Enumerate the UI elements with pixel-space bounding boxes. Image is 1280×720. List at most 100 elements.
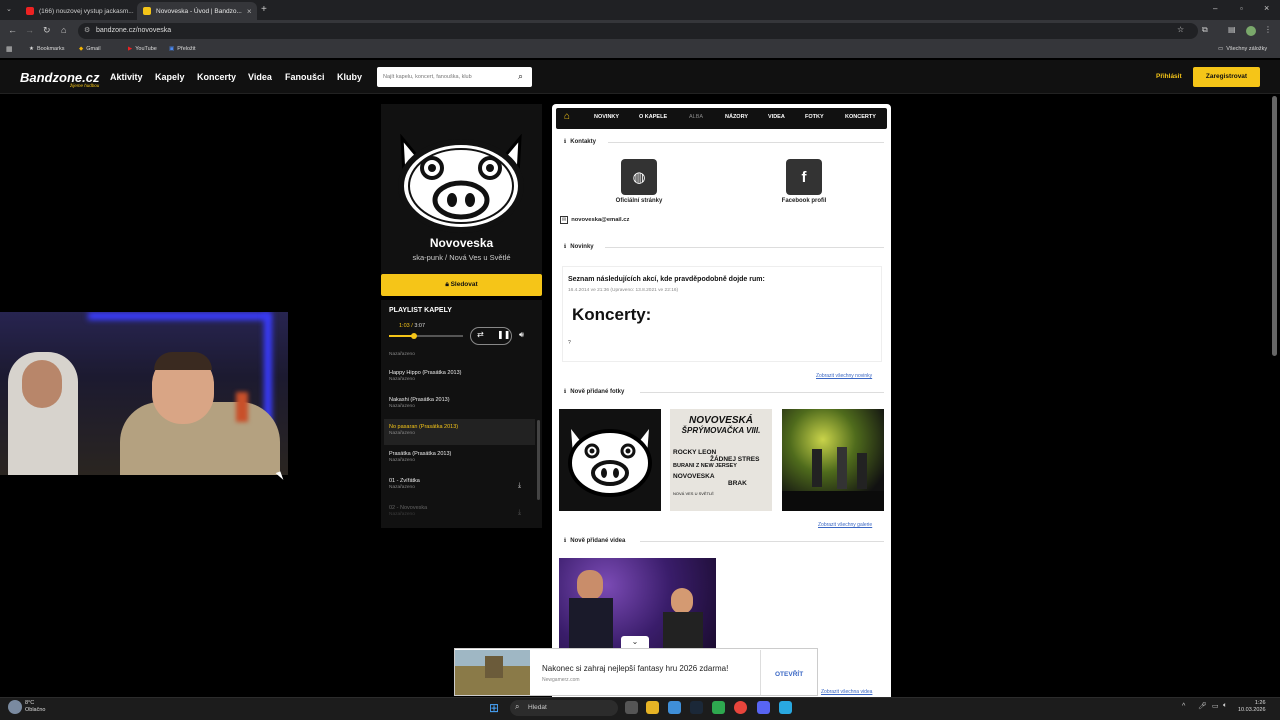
extensions-icon[interactable]: ⧉	[1202, 25, 1208, 35]
menu-icon[interactable]: ⋮	[1264, 25, 1272, 34]
section-contacts: ℹ Kontakty	[564, 138, 596, 146]
register-button[interactable]: Zaregistrovat	[1193, 67, 1260, 87]
follow-button[interactable]: 🔒︎ Sledovat	[381, 274, 542, 296]
nav-koncerty[interactable]: Koncerty	[197, 72, 236, 82]
microphone-icon[interactable]: 🎤︎	[1198, 702, 1207, 710]
download-icon[interactable]: ⤓	[518, 482, 521, 490]
search-icon: ⌕	[515, 702, 520, 711]
facebook-profile-link[interactable]: Facebook profil	[759, 198, 849, 204]
steam-icon[interactable]	[690, 701, 703, 714]
playlist-scrollbar[interactable]	[537, 420, 540, 500]
news-title[interactable]: Seznam následujících akcí, kde pravděpod…	[568, 276, 765, 283]
ad-source: Newgamerz.com	[542, 677, 580, 683]
volume-icon[interactable]: 🔈︎	[1223, 702, 1227, 710]
playlist-track[interactable]: Prasátka (Prasátka 2013) Nazařazeno	[384, 446, 535, 472]
ad-open-button[interactable]: OTEVŘÍT	[775, 671, 803, 678]
task-view-icon[interactable]	[625, 701, 638, 714]
tab-koncerty[interactable]: KONCERTY	[845, 114, 876, 120]
photo-thumbnail[interactable]	[559, 409, 661, 511]
playlist-track[interactable]: Happy Hippo (Prasátka 2013) Nazařazeno	[384, 365, 535, 391]
nav-kluby[interactable]: Kluby	[337, 72, 362, 82]
ad-title[interactable]: Nakonec si zahraj nejlepší fantasy hru 2…	[542, 664, 728, 673]
notepad-icon[interactable]	[779, 701, 792, 714]
tab-youtube[interactable]: (166) nouzovej vystup jackasm... ×	[20, 2, 135, 20]
tab-nazory[interactable]: NÁZORY	[725, 114, 748, 120]
tab-videa[interactable]: VIDEA	[768, 114, 785, 120]
bookmark-item[interactable]: ▶ YouTube	[128, 46, 157, 52]
video-thumbnail[interactable]	[559, 558, 716, 648]
tab-bandzone[interactable]: Novoveska - Úvod | Bandzo... ×	[137, 2, 257, 20]
playlist-track[interactable]: 01 - Zvířátka Nazařazeno	[384, 473, 535, 499]
seek-handle[interactable]	[411, 332, 418, 339]
logo-tagline: žijeme hudbou	[70, 83, 100, 88]
chrome-icon[interactable]	[734, 701, 747, 714]
close-tab-icon[interactable]: ×	[247, 7, 252, 16]
home-icon[interactable]: ⌂	[564, 111, 570, 122]
windows-start-icon[interactable]: ⊞	[489, 701, 499, 715]
page-scrollbar[interactable]	[1272, 96, 1277, 356]
concert-photo-thumbnail[interactable]	[782, 409, 884, 511]
home-icon[interactable]: ⌂	[61, 25, 66, 35]
app-icon[interactable]	[712, 701, 725, 714]
tray-expand-icon[interactable]: ^	[1182, 703, 1185, 710]
forward-icon[interactable]: →	[25, 25, 34, 35]
taskbar-search[interactable]: Hledat	[510, 700, 618, 716]
bookmark-item[interactable]: ▣ Přeložit	[169, 46, 196, 52]
playlist-track-playing[interactable]: No pasaran (Prasátka 2013) Nazařazeno	[384, 419, 535, 445]
globe-icon[interactable]: ◍	[621, 159, 657, 195]
url-field[interactable]: bandzone.cz/novoveska	[78, 23, 1198, 39]
tab-list-icon[interactable]: ⌄	[6, 5, 12, 13]
store-icon[interactable]	[668, 701, 681, 714]
bookmark-item[interactable]: ◆ Gmail	[79, 46, 101, 52]
profile-avatar[interactable]	[1246, 26, 1256, 36]
discord-icon[interactable]	[757, 701, 770, 714]
back-icon[interactable]: ←	[8, 25, 17, 35]
network-icon[interactable]: ▭	[1212, 702, 1219, 710]
playlist-track[interactable]: 02 - Novoveska Nazařazeno	[384, 500, 535, 526]
site-info-icon[interactable]: ⚙	[84, 26, 90, 34]
nav-fanousci[interactable]: Fanoušci	[285, 72, 325, 82]
search-icon[interactable]: ⌕	[518, 71, 523, 82]
tab-novinky[interactable]: NOVINKY	[594, 114, 619, 120]
bookmark-star-icon[interactable]: ☆	[1177, 25, 1184, 34]
playlist-track[interactable]: Nakashi (Prasátka 2013) Nazařazeno	[384, 392, 535, 418]
pause-icon[interactable]: ❚❚	[497, 330, 510, 339]
official-website-link[interactable]: Oficiální stránky	[594, 198, 684, 204]
weather-icon[interactable]	[8, 700, 22, 714]
weather-widget[interactable]: 8°C Oblačno	[25, 700, 46, 714]
ad-image[interactable]	[455, 650, 530, 695]
tab-alba[interactable]: ALBA	[689, 114, 703, 120]
star-icon: ★	[29, 46, 34, 52]
email-contact[interactable]: ✉ novoveska@email.cz	[560, 216, 629, 224]
side-panel-icon[interactable]: ▤	[1228, 25, 1236, 34]
bookmark-item[interactable]: ★ Bookmarks	[29, 46, 64, 52]
all-bookmarks[interactable]: ▭ Všechny záložky	[1218, 46, 1267, 52]
maximize-icon[interactable]: ▫	[1240, 4, 1243, 13]
download-icon[interactable]: ⤓	[518, 509, 521, 517]
apps-grid-icon[interactable]: ▦	[6, 45, 13, 53]
file-explorer-icon[interactable]	[646, 701, 659, 714]
facebook-icon[interactable]: f	[786, 159, 822, 195]
reload-icon[interactable]: ↻	[43, 25, 51, 36]
poster-thumbnail[interactable]: NOVOVESKÁ ŠPRÝMOVAČKA VIII. ROCKY LEON Ž…	[670, 409, 772, 511]
ad-collapse-icon[interactable]: ⌄	[621, 636, 649, 648]
playlist-track[interactable]: Nazařazeno	[384, 349, 535, 361]
all-galleries-link[interactable]: Zobrazit všechny galerie	[818, 522, 872, 528]
login-link[interactable]: Přihlásit	[1156, 73, 1182, 80]
all-videos-link[interactable]: Zobrazit všechna videa	[821, 689, 872, 695]
tab-fotky[interactable]: FOTKY	[805, 114, 824, 120]
all-news-link[interactable]: Zobrazit všechny novinky	[816, 373, 872, 379]
info-icon: ℹ	[564, 389, 567, 395]
nav-kapely[interactable]: Kapely	[155, 72, 185, 82]
site-search-input[interactable]: Najít kapelu, koncert, fanouška, klub	[377, 67, 532, 87]
system-clock[interactable]: 1:26 10.03.2026	[1238, 700, 1266, 714]
minimize-icon[interactable]: –	[1213, 4, 1217, 13]
nav-aktivity[interactable]: Aktivity	[110, 72, 143, 82]
volume-icon[interactable]: 🔊︎	[519, 330, 524, 340]
close-window-icon[interactable]: ×	[1264, 3, 1269, 13]
new-tab-icon[interactable]: +	[261, 4, 267, 15]
mail-icon: ✉	[560, 216, 569, 224]
shuffle-icon[interactable]: ⇄	[477, 330, 484, 339]
nav-videa[interactable]: Videa	[248, 72, 272, 82]
tab-o-kapele[interactable]: O KAPELE	[639, 114, 667, 120]
